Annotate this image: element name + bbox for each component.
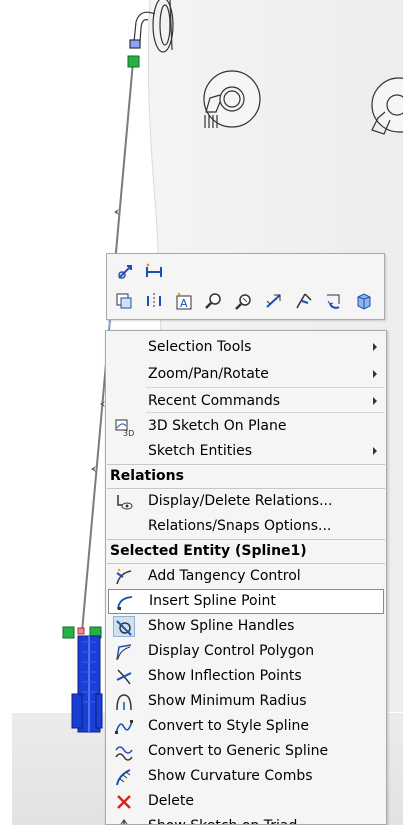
- menu-item-label: Selection Tools: [148, 339, 252, 355]
- delete-icon: [113, 791, 135, 812]
- menu-item-add-tangency-control[interactable]: Add Tangency Control: [107, 564, 385, 589]
- 3d-sketch-icon: 3D: [113, 416, 135, 437]
- insert-spline-point-icon: [114, 591, 136, 612]
- menu-item-sketch-entities[interactable]: Sketch Entities: [107, 439, 385, 464]
- menu-item-show-curvature-combs[interactable]: Show Curvature Combs: [107, 764, 385, 789]
- context-menu: Selection Tools Zoom/Pan/Rotate Recent C…: [105, 330, 387, 825]
- sketch-text-icon[interactable]: A: [173, 290, 195, 312]
- section-header-label: Relations: [110, 468, 184, 484]
- menu-item-relations-snaps-options[interactable]: Relations/Snaps Options...: [107, 514, 385, 539]
- menu-item-convert-to-generic-spline[interactable]: Convert to Generic Spline: [107, 739, 385, 764]
- horizontal-dimension-icon[interactable]: [143, 260, 165, 282]
- menu-item-label: Delete: [148, 793, 194, 809]
- mirror-entities-icon[interactable]: [143, 290, 165, 312]
- menu-item-label: Show Inflection Points: [148, 668, 302, 684]
- tangency-control-icon: [113, 566, 135, 587]
- spline-handles-icon: [113, 616, 135, 637]
- section-header-selected-entity: Selected Entity (Spline1): [107, 540, 385, 564]
- menu-separator: [146, 387, 384, 388]
- menu-item-label: Relations/Snaps Options...: [148, 518, 332, 534]
- spline-endpoint-handle[interactable]: [127, 55, 140, 68]
- menu-item-show-sketch-on-triad[interactable]: Show Sketch on Triad: [107, 814, 385, 824]
- menu-item-label: Zoom/Pan/Rotate: [148, 366, 269, 382]
- menu-item-recent-commands[interactable]: Recent Commands: [107, 389, 385, 414]
- menu-item-label: Convert to Style Spline: [148, 718, 309, 734]
- menu-item-label: Recent Commands: [148, 393, 281, 409]
- undo-rotate-icon[interactable]: [323, 290, 345, 312]
- control-polygon-icon: [113, 641, 135, 662]
- zoom-to-selection-icon[interactable]: [203, 290, 225, 312]
- menu-item-3d-sketch-on-plane[interactable]: 3D 3D Sketch On Plane: [107, 414, 385, 439]
- view-3d-icon[interactable]: [353, 290, 375, 312]
- menu-item-label: 3D Sketch On Plane: [148, 418, 287, 434]
- smart-dimension-icon[interactable]: [115, 260, 137, 282]
- display-relations-icon: [113, 491, 135, 512]
- menu-item-insert-spline-point[interactable]: Insert Spline Point: [108, 589, 384, 614]
- menu-item-label: Show Spline Handles: [148, 618, 295, 634]
- menu-item-label: Show Curvature Combs: [148, 768, 313, 784]
- menu-item-display-delete-relations[interactable]: Display/Delete Relations...: [107, 489, 385, 514]
- submenu-arrow-icon: [373, 447, 377, 455]
- menu-separator: [146, 412, 384, 413]
- submenu-arrow-icon: [373, 397, 377, 405]
- svg-text:A: A: [180, 297, 188, 310]
- copy-entities-icon[interactable]: [113, 290, 135, 312]
- menu-item-label: Display/Delete Relations...: [148, 493, 333, 509]
- menu-item-label: Display Control Polygon: [148, 643, 315, 659]
- menu-item-show-minimum-radius[interactable]: Show Minimum Radius: [107, 689, 385, 714]
- spline-marker[interactable]: [114, 209, 119, 215]
- orient-normal-icon[interactable]: [293, 290, 315, 312]
- menu-item-show-inflection-points[interactable]: Show Inflection Points: [107, 664, 385, 689]
- svg-text:3D: 3D: [123, 429, 134, 437]
- submenu-arrow-icon: [373, 343, 377, 351]
- menu-item-display-control-polygon[interactable]: Display Control Polygon: [107, 639, 385, 664]
- menu-item-label: Insert Spline Point: [149, 593, 276, 609]
- submenu-arrow-icon: [373, 370, 377, 378]
- style-spline-icon: [113, 716, 135, 737]
- selected-pipe[interactable]: [70, 632, 110, 742]
- curvature-combs-icon: [113, 766, 135, 787]
- zoom-to-area-icon[interactable]: [233, 290, 255, 312]
- menu-item-label: Add Tangency Control: [148, 568, 301, 584]
- menu-item-selection-tools[interactable]: Selection Tools: [107, 335, 385, 360]
- menu-item-zoom-pan-rotate[interactable]: Zoom/Pan/Rotate: [107, 362, 385, 387]
- menu-item-delete[interactable]: Delete: [107, 789, 385, 814]
- menu-item-convert-to-style-spline[interactable]: Convert to Style Spline: [107, 714, 385, 739]
- triad-icon: [113, 816, 135, 824]
- section-header-label: Selected Entity (Spline1): [110, 543, 307, 559]
- generic-spline-icon: [113, 741, 135, 762]
- menu-item-label: Show Sketch on Triad: [148, 817, 297, 824]
- section-header-relations: Relations: [107, 465, 385, 489]
- menu-item-label: Show Minimum Radius: [148, 693, 307, 709]
- menu-item-show-spline-handles[interactable]: Show Spline Handles: [107, 614, 385, 639]
- shower-fixture-middle: [203, 70, 261, 128]
- menu-item-label: Convert to Generic Spline: [148, 743, 329, 759]
- menu-item-label: Sketch Entities: [148, 443, 253, 459]
- context-toolbar: A: [106, 253, 385, 320]
- spline-marker[interactable]: [91, 466, 96, 472]
- inflection-points-icon: [113, 666, 135, 687]
- minimum-radius-icon: [113, 691, 135, 712]
- rotate-view-icon[interactable]: [263, 290, 285, 312]
